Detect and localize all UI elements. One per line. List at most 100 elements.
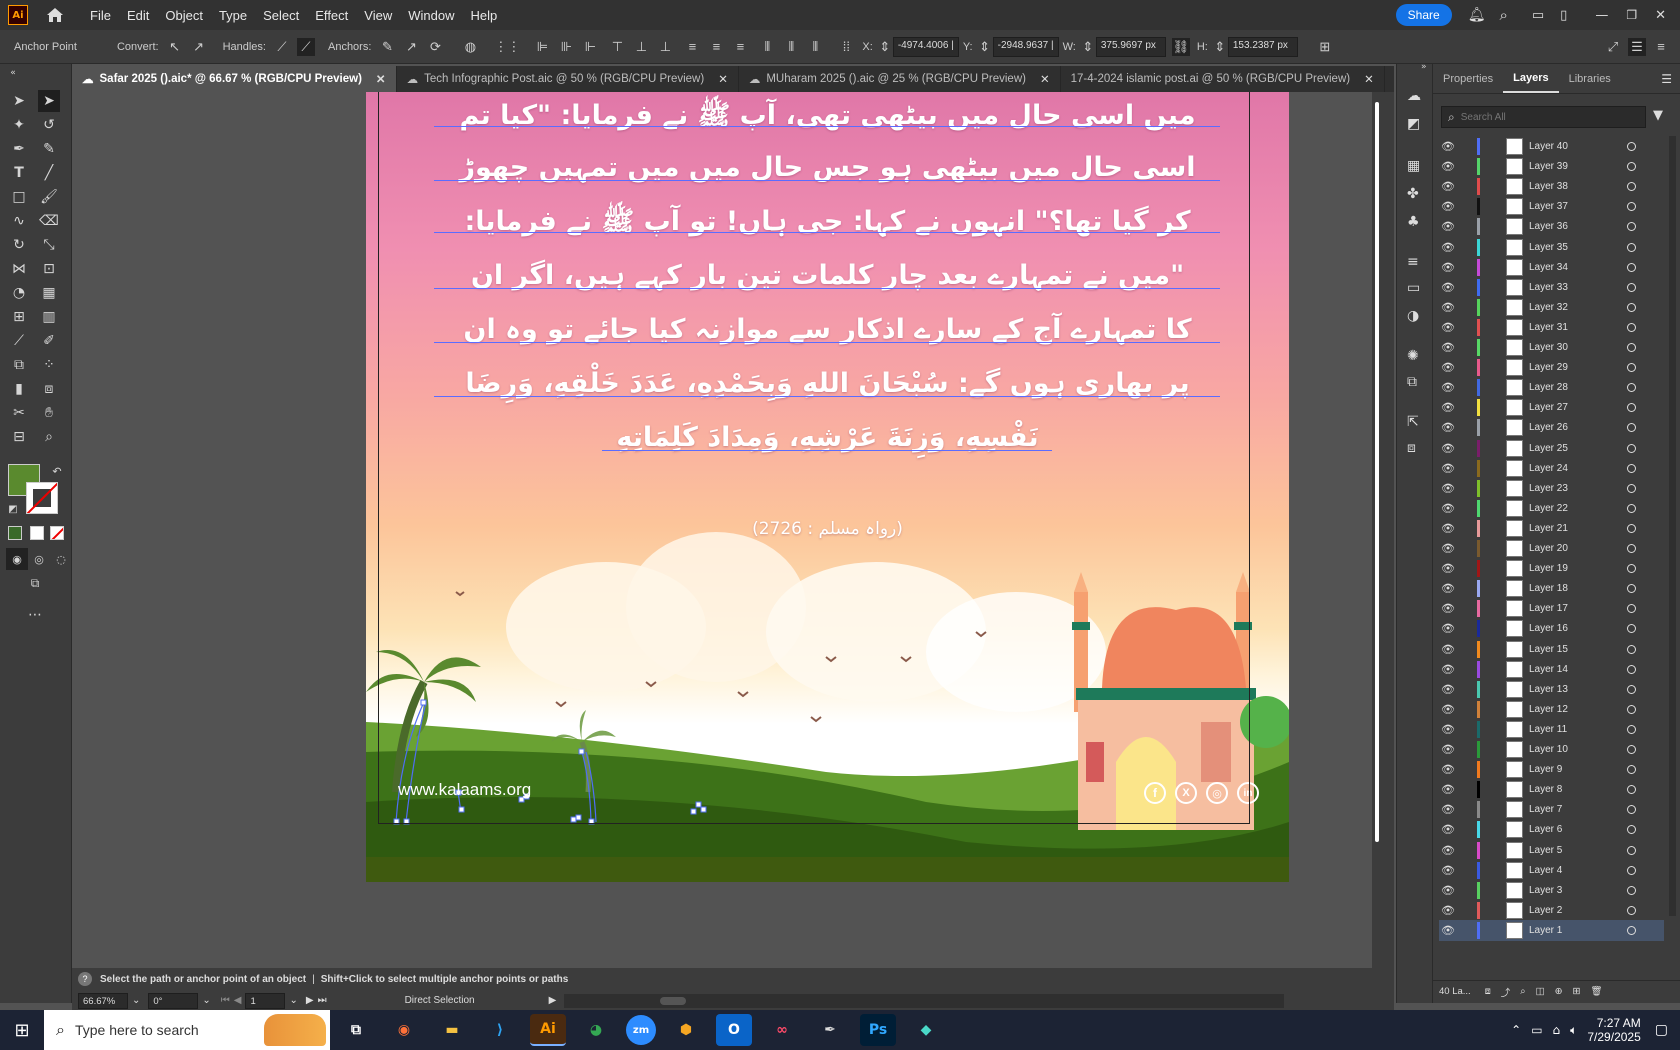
creative-cloud-icon[interactable]: ∞ — [764, 1014, 800, 1046]
layer-row[interactable]: 👁︎ Layer 24 — [1439, 458, 1664, 479]
locate-object-icon[interactable]: ⌕ — [1520, 986, 1525, 997]
visibility-eye-icon[interactable]: 👁︎ — [1439, 743, 1457, 756]
target-icon[interactable] — [1627, 564, 1636, 574]
make-clip-mask-icon[interactable]: ◫ — [1536, 986, 1545, 997]
w-field[interactable]: 375.9697 px — [1095, 36, 1166, 57]
layer-name[interactable]: Layer 29 — [1529, 362, 1619, 373]
target-icon[interactable] — [1627, 423, 1636, 433]
rotation-field[interactable]: 0° — [148, 992, 199, 1009]
visibility-eye-icon[interactable]: 👁︎ — [1439, 281, 1457, 294]
appearance-icon[interactable]: ✺ — [1407, 348, 1419, 364]
curvature-tool-icon[interactable]: ✎ — [38, 138, 60, 160]
layer-name[interactable]: Layer 12 — [1529, 704, 1619, 715]
target-icon[interactable] — [1627, 363, 1636, 373]
visibility-eye-icon[interactable]: 👁︎ — [1439, 622, 1457, 635]
distribute-bottom-icon[interactable]: ≡ — [731, 38, 749, 56]
visibility-eye-icon[interactable]: 👁︎ — [1439, 582, 1457, 595]
network-icon[interactable]: ⌂ — [1553, 1023, 1561, 1037]
layer-row[interactable]: 👁︎ Layer 9 — [1439, 759, 1664, 780]
layer-row[interactable]: 👁︎ Layer 40 — [1439, 136, 1664, 157]
more-tools-icon[interactable]: ⋯ — [24, 604, 46, 626]
target-icon[interactable] — [1627, 282, 1636, 292]
layer-row[interactable]: 👁︎ Layer 21 — [1439, 518, 1664, 539]
layer-name[interactable]: Layer 15 — [1529, 644, 1619, 655]
target-icon[interactable] — [1627, 765, 1636, 775]
target-icon[interactable] — [1627, 242, 1636, 252]
layer-row[interactable]: 👁︎ Layer 15 — [1439, 639, 1664, 660]
clock-time[interactable]: 7:27 AM — [1597, 1016, 1641, 1030]
visibility-eye-icon[interactable]: 👁︎ — [1439, 301, 1457, 314]
show-handles-icon[interactable]: ⟋ — [273, 38, 291, 56]
h-stepper-icon[interactable]: ⇕ — [1214, 38, 1225, 56]
layer-name[interactable]: Layer 33 — [1529, 282, 1619, 293]
align-left-icon[interactable]: ⊫ — [533, 38, 551, 56]
connect-anchor-icon[interactable]: ↗ — [402, 38, 420, 56]
menu-edit[interactable]: Edit — [119, 8, 157, 23]
magic-wand-tool-icon[interactable]: ✦ — [8, 114, 30, 136]
bell-icon[interactable]: 🔔︎ — [1468, 7, 1486, 23]
close-icon[interactable]: ✕ — [1655, 8, 1666, 23]
symbols-icon[interactable]: ♣ — [1407, 214, 1420, 230]
layer-row[interactable]: 👁︎ Layer 7 — [1439, 799, 1664, 820]
transform-reference-icon[interactable]: ⁞⁞ — [837, 38, 855, 56]
visibility-eye-icon[interactable]: 👁︎ — [1439, 200, 1457, 213]
visibility-eye-icon[interactable]: 👁︎ — [1439, 703, 1457, 716]
zoom-icon[interactable]: zm — [626, 1015, 656, 1045]
target-icon[interactable] — [1627, 403, 1636, 413]
gradient-mode-icon[interactable] — [30, 526, 44, 540]
app-logo[interactable]: Ai — [8, 5, 28, 25]
gradient-panel-icon[interactable]: ◩ — [1407, 116, 1420, 132]
visibility-eye-icon[interactable]: 👁︎ — [1439, 261, 1457, 274]
target-icon[interactable] — [1627, 222, 1636, 232]
blend-tool-icon[interactable]: ⧉ — [8, 354, 30, 376]
slice-tool-icon[interactable]: ✂ — [8, 402, 30, 424]
minimize-icon[interactable]: — — [1595, 8, 1608, 23]
visibility-eye-icon[interactable]: 👁︎ — [1439, 381, 1457, 394]
panel-menu-icon[interactable]: ☰ — [1661, 72, 1672, 86]
symbol-sprayer-tool-icon[interactable]: ⁘ — [38, 354, 60, 376]
app-icon[interactable]: ⬢ — [668, 1014, 704, 1046]
artboard[interactable]: میں اسی حال میں بیٹھی تھی، آپ ﷺ نے فرمای… — [366, 92, 1289, 882]
swatches-icon[interactable]: ▦ — [1407, 158, 1420, 174]
artboard-tool-icon[interactable]: ⧈ — [38, 378, 60, 400]
visibility-eye-icon[interactable]: 👁︎ — [1439, 341, 1457, 354]
horizontal-scrollbar[interactable] — [564, 993, 1285, 1008]
layer-row[interactable]: 👁︎ Layer 12 — [1439, 699, 1664, 720]
target-icon[interactable] — [1627, 503, 1636, 513]
layer-row[interactable]: 👁︎ Layer 26 — [1439, 417, 1664, 438]
artboards-icon[interactable]: ⧈ — [1407, 440, 1416, 456]
distribute-hcenter-icon[interactable]: ⦀ — [782, 38, 800, 56]
stroke-swatch[interactable] — [26, 482, 58, 514]
visibility-eye-icon[interactable]: 👁︎ — [1439, 783, 1457, 796]
layer-name[interactable]: Layer 27 — [1529, 402, 1619, 413]
convert-corner-icon[interactable]: ↖ — [166, 38, 184, 56]
panel-toggle-icon[interactable]: ▯ — [1560, 8, 1567, 23]
close-tab-icon[interactable]: ✕ — [718, 72, 728, 86]
layer-row[interactable]: 👁︎ Layer 22 — [1439, 498, 1664, 519]
visibility-eye-icon[interactable]: 👁︎ — [1439, 663, 1457, 676]
layer-row[interactable]: 👁︎ Layer 23 — [1439, 478, 1664, 499]
layer-name[interactable]: Layer 23 — [1529, 483, 1619, 494]
target-icon[interactable] — [1627, 644, 1636, 654]
target-icon[interactable] — [1627, 845, 1636, 855]
visibility-eye-icon[interactable]: 👁︎ — [1439, 401, 1457, 414]
swap-fill-stroke-icon[interactable]: ↶ — [46, 460, 68, 482]
layer-name[interactable]: Layer 36 — [1529, 221, 1619, 232]
layer-row[interactable]: 👁︎ Layer 8 — [1439, 779, 1664, 800]
layer-name[interactable]: Layer 26 — [1529, 422, 1619, 433]
target-icon[interactable] — [1627, 604, 1636, 614]
visibility-eye-icon[interactable]: 👁︎ — [1439, 502, 1457, 515]
isolate-icon[interactable]: ⊞ — [1316, 38, 1334, 56]
shape-builder-tool-icon[interactable]: ◔ — [8, 282, 30, 304]
draw-normal-icon[interactable]: ◉ — [6, 548, 28, 570]
visibility-eye-icon[interactable]: 👁︎ — [1439, 924, 1457, 937]
layer-row[interactable]: 👁︎ Layer 37 — [1439, 196, 1664, 217]
layer-name[interactable]: Layer 9 — [1529, 764, 1619, 775]
target-icon[interactable] — [1627, 202, 1636, 212]
menu-type[interactable]: Type — [211, 8, 255, 23]
zoom-field[interactable]: 66.67% — [78, 992, 128, 1009]
layer-name[interactable]: Layer 4 — [1529, 865, 1619, 876]
visibility-eye-icon[interactable]: 👁︎ — [1439, 160, 1457, 173]
visibility-eye-icon[interactable]: 👁︎ — [1439, 602, 1457, 615]
layer-name[interactable]: Layer 7 — [1529, 804, 1619, 815]
